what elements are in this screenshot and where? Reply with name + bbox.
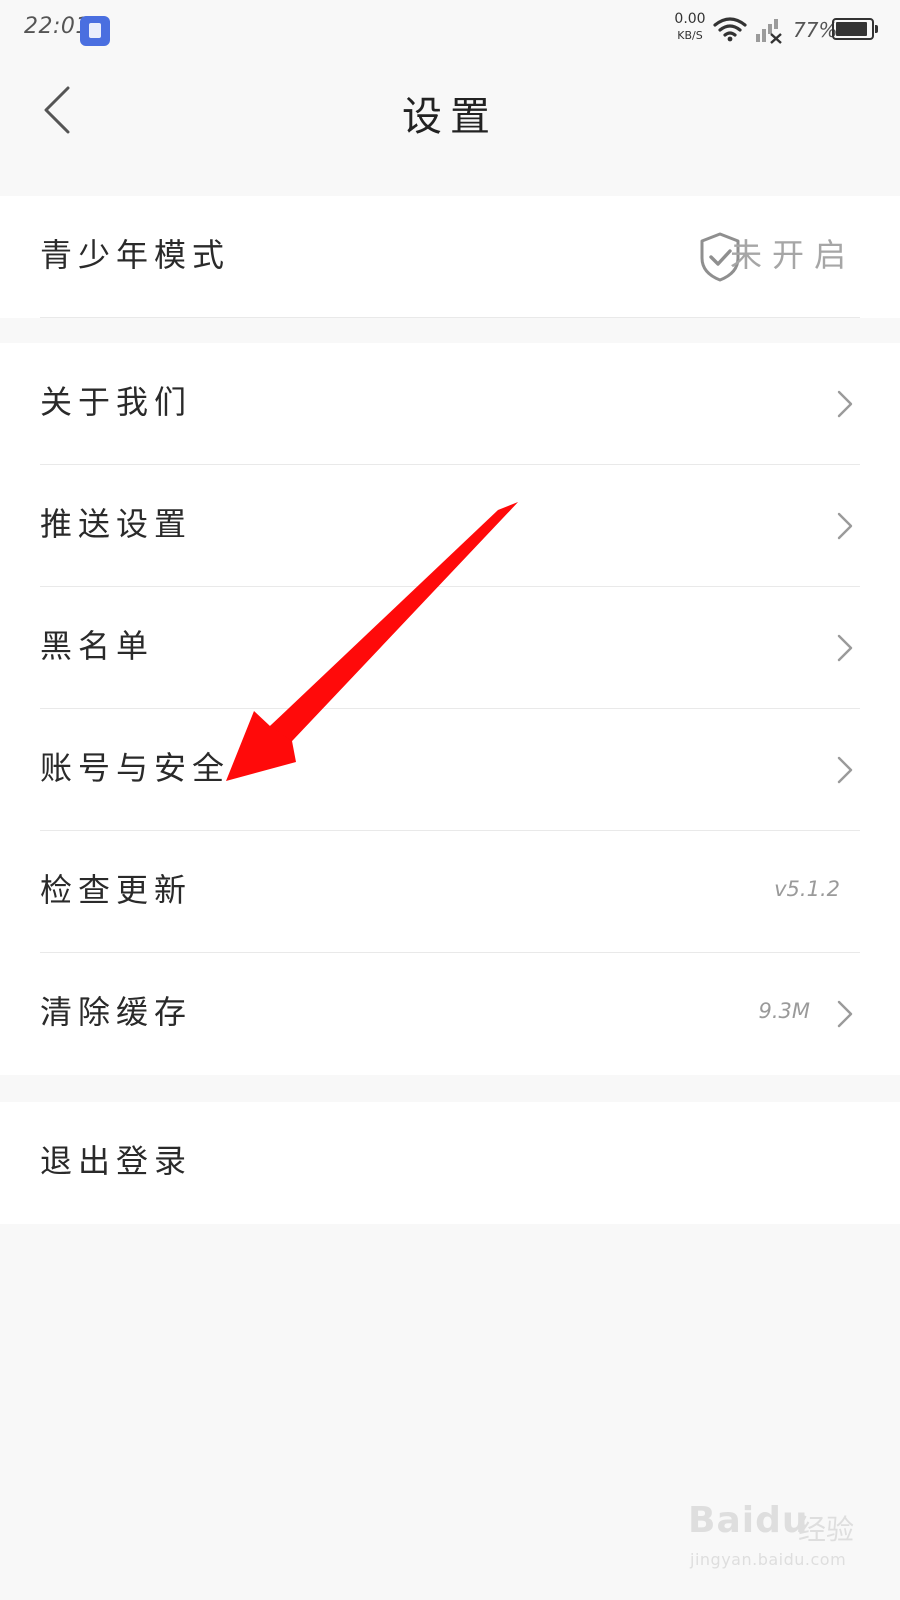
menu-item-label: 检查更新: [40, 871, 193, 909]
youth-mode-status: 未开启: [729, 236, 856, 274]
menu-item-label: 黑名单: [40, 627, 155, 665]
menu-item-about-us[interactable]: 关于我们: [0, 343, 900, 465]
network-speed: 0.00 KB/S: [670, 12, 710, 41]
app-version: v5.1.2: [774, 877, 840, 901]
youth-mode-section: 青少年模式 未开启: [0, 196, 900, 318]
watermark-brand-cn: 经验: [798, 1513, 855, 1546]
logout-button[interactable]: 退出登录: [0, 1102, 900, 1224]
chevron-right-icon: [837, 634, 853, 662]
app-notification-icon: [80, 16, 110, 46]
logout-section: 退出登录: [0, 1102, 900, 1224]
network-speed-value: 0.00: [674, 11, 706, 27]
menu-item-label: 账号与安全: [40, 749, 231, 787]
youth-mode-label: 青少年模式: [40, 236, 231, 274]
settings-menu-section: 关于我们 推送设置 黑名单 账号与安全 检查更新 v5.1.2 清除缓存 9.3…: [0, 343, 900, 1075]
menu-item-push-settings[interactable]: 推送设置: [0, 465, 900, 587]
menu-item-account-security[interactable]: 账号与安全: [0, 709, 900, 831]
cellular-signal-no-service-icon: [756, 19, 782, 44]
watermark-brand: Baidu: [688, 1500, 809, 1541]
chevron-right-icon: [837, 512, 853, 540]
chevron-right-icon: [837, 390, 853, 418]
navigation-bar: 设置: [0, 62, 900, 158]
wifi-icon: [713, 17, 747, 42]
settings-screen: 22:01 0.00 KB/S 77% 设置 青少年模式 未开启 关于我们 推送…: [0, 0, 900, 1600]
menu-item-label: 推送设置: [40, 505, 193, 543]
battery-icon: [832, 18, 878, 40]
youth-mode-row[interactable]: 青少年模式 未开启: [0, 196, 900, 318]
menu-item-blacklist[interactable]: 黑名单: [0, 587, 900, 709]
network-speed-unit: KB/S: [677, 29, 703, 42]
battery-percent: 77%: [793, 18, 838, 42]
menu-item-clear-cache[interactable]: 清除缓存 9.3M: [0, 953, 900, 1075]
status-bar: 22:01 0.00 KB/S 77%: [0, 0, 900, 62]
divider: [40, 317, 860, 318]
watermark-url: jingyan.baidu.com: [690, 1550, 847, 1569]
page-title: 设置: [402, 94, 498, 140]
menu-item-label: 关于我们: [40, 383, 193, 421]
chevron-right-icon: [837, 1000, 853, 1028]
menu-item-check-update[interactable]: 检查更新 v5.1.2: [0, 831, 900, 953]
chevron-right-icon: [837, 756, 853, 784]
baidu-jingyan-watermark: Baidu 经验 jingyan.baidu.com: [688, 1500, 878, 1590]
logout-label: 退出登录: [40, 1142, 193, 1180]
menu-item-label: 清除缓存: [40, 993, 193, 1031]
cache-size: 9.3M: [758, 999, 810, 1023]
